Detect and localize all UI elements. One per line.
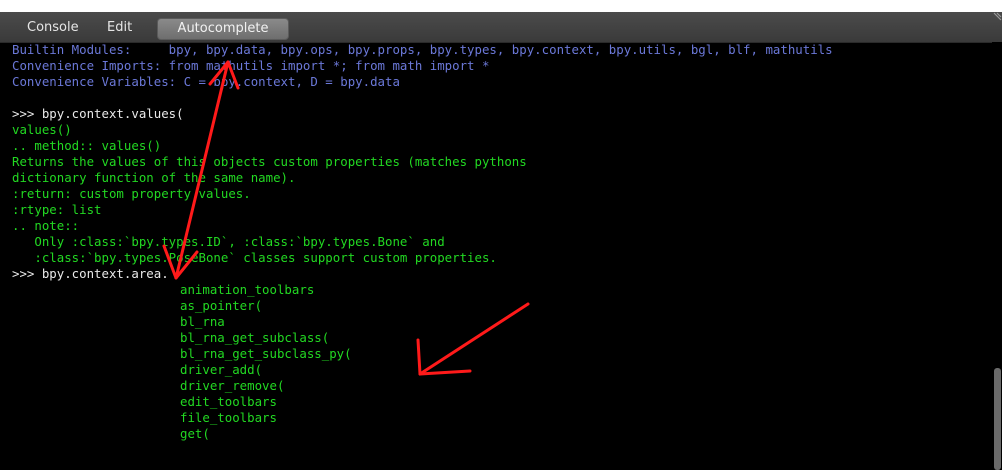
autocomplete-item[interactable]: as_pointer( bbox=[180, 298, 262, 314]
area-corner-handle-icon[interactable] bbox=[992, 12, 1002, 22]
command-line: >>> bpy.context.area. bbox=[12, 266, 169, 281]
autocomplete-item[interactable]: animation_toolbars bbox=[180, 282, 314, 298]
builtin-modules-line: Builtin Modules: bpy, bpy.data, bpy.ops,… bbox=[12, 42, 833, 57]
menu-autocomplete[interactable]: Autocomplete bbox=[157, 18, 289, 40]
scrollbar-thumb[interactable] bbox=[994, 368, 1001, 470]
doc-line: values() bbox=[12, 122, 72, 137]
command-line: >>> bpy.context.values( bbox=[12, 106, 184, 121]
doc-line: :rtype: list bbox=[12, 202, 102, 217]
menu-console[interactable]: Console bbox=[27, 18, 79, 38]
doc-line: :return: custom property values. bbox=[12, 186, 251, 201]
console-header: Console Edit Autocomplete bbox=[0, 12, 1002, 43]
autocomplete-item[interactable]: bl_rna_get_subclass_py( bbox=[180, 346, 352, 362]
doc-line: Only :class:`bpy.types.ID`, :class:`bpy.… bbox=[12, 234, 445, 249]
autocomplete-item[interactable]: get( bbox=[180, 426, 210, 442]
autocomplete-item[interactable]: bl_rna_get_subclass( bbox=[180, 330, 329, 346]
convenience-imports-line: Convenience Imports: from mathutils impo… bbox=[12, 58, 490, 73]
doc-line: Returns the values of this objects custo… bbox=[12, 154, 527, 169]
autocomplete-item[interactable]: edit_toolbars bbox=[180, 394, 277, 410]
window-top-strip bbox=[0, 0, 1002, 12]
console-scrollbar[interactable] bbox=[992, 42, 1002, 470]
python-console-output[interactable]: Builtin Modules: bpy, bpy.data, bpy.ops,… bbox=[0, 42, 992, 470]
doc-line: .. note:: bbox=[12, 218, 80, 233]
menu-edit[interactable]: Edit bbox=[107, 18, 132, 38]
doc-line: :class:`bpy.types.PoseBone` classes supp… bbox=[12, 250, 497, 265]
autocomplete-item[interactable]: file_toolbars bbox=[180, 410, 277, 426]
doc-line: dictionary function of the same name). bbox=[12, 170, 296, 185]
autocomplete-item[interactable]: driver_remove( bbox=[180, 378, 284, 394]
autocomplete-item[interactable]: driver_add( bbox=[180, 362, 262, 378]
convenience-variables-line: Convenience Variables: C = bpy.context, … bbox=[12, 74, 400, 89]
doc-line: .. method:: values() bbox=[12, 138, 162, 153]
autocomplete-item[interactable]: bl_rna bbox=[180, 314, 225, 330]
